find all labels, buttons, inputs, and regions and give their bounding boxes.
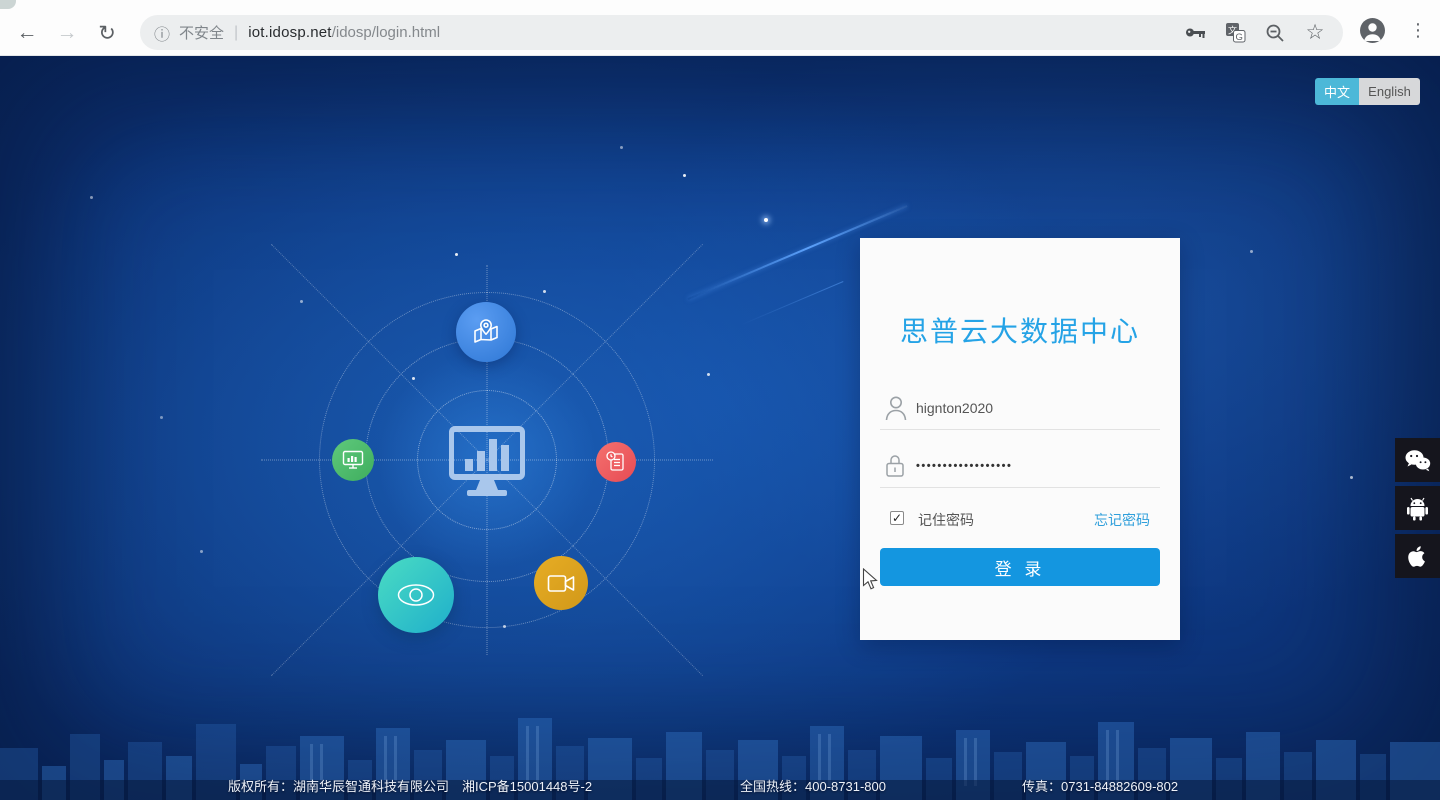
page-title: 思普云大数据中心 [899, 316, 1140, 347]
translate-icon[interactable]: 文 G [1221, 19, 1249, 47]
map-pin-icon [474, 319, 498, 343]
android-button[interactable] [1395, 486, 1440, 530]
report-satellite [596, 442, 636, 482]
check-icon: ✓ [891, 511, 903, 525]
report-clock-icon [606, 451, 624, 471]
stars-decoration [0, 56, 3, 59]
apple-icon [1408, 545, 1425, 567]
footer-bar [0, 780, 1440, 800]
map-pin-satellite [456, 302, 516, 362]
address-bar[interactable]: ⓘ 不安全 | iot.idosp.net /idosp/login.html … [140, 15, 1343, 50]
camera-satellite [534, 556, 588, 610]
reload-icon[interactable]: ↻ [92, 18, 122, 48]
screen-chart-icon [342, 450, 364, 469]
username-input[interactable] [916, 400, 1132, 416]
forward-icon[interactable]: → [52, 18, 82, 48]
login-card: 思普云大数据中心 ✓ 记住密码 忘记密码 登 录 [860, 238, 1180, 640]
browser-chrome: ← → ↻ ⓘ 不安全 | iot.idosp.net /idosp/login… [0, 0, 1440, 56]
copyright-text: 版权所有：湖南华辰智通科技有限公司 湘ICP备15001448号-2 [228, 779, 593, 794]
password-input[interactable] [916, 460, 1132, 472]
eye-satellite [378, 557, 454, 633]
info-icon[interactable]: ⓘ [154, 21, 170, 45]
remember-checkbox[interactable]: ✓ [890, 511, 904, 525]
login-page: 中文 English 思普云大数据中心 ✓ 记住密码 忘记密码 登 录 [0, 56, 1440, 800]
lang-english-button[interactable]: English [1359, 78, 1420, 105]
side-app-bar [1395, 438, 1440, 578]
key-icon[interactable] [1181, 19, 1209, 47]
eye-icon [397, 584, 435, 606]
screen-satellite [332, 439, 374, 481]
url-separator: | [234, 23, 239, 41]
hotline-text: 全国热线：400-8731-800 [740, 779, 886, 794]
profile-avatar-icon[interactable] [1358, 16, 1386, 44]
apple-button[interactable] [1395, 534, 1440, 578]
bookmark-star-icon[interactable]: ☆ [1301, 19, 1329, 47]
fax-text: 传真：0731-84882609-802 [1022, 779, 1179, 794]
url-path: /idosp/login.html [331, 24, 441, 41]
language-toggle: 中文 English [1315, 78, 1420, 105]
back-icon[interactable]: ← [12, 18, 42, 48]
user-icon [884, 394, 908, 426]
url-host: iot.idosp.net [248, 24, 332, 41]
password-underline [880, 487, 1160, 488]
svg-text:G: G [1235, 32, 1242, 43]
bright-star [764, 218, 768, 222]
wechat-button[interactable] [1395, 438, 1440, 482]
lock-icon [884, 452, 906, 484]
monitor-chart-icon [443, 422, 531, 503]
zoom-out-icon[interactable] [1261, 19, 1289, 47]
video-camera-icon [547, 574, 575, 592]
menu-dots-icon[interactable]: ⋮ [1406, 16, 1430, 44]
mouse-cursor-icon [862, 567, 879, 596]
username-underline [880, 429, 1160, 430]
security-label: 不安全 [179, 25, 225, 42]
remember-label: 记住密码 [918, 512, 974, 528]
login-button[interactable]: 登 录 [880, 548, 1160, 586]
lang-chinese-button[interactable]: 中文 [1315, 78, 1359, 105]
wechat-icon [1405, 449, 1431, 471]
light-streak-faint [741, 281, 844, 325]
forgot-password-link[interactable]: 忘记密码 [1094, 510, 1150, 530]
android-icon [1407, 497, 1428, 520]
tab-corner [0, 0, 16, 9]
